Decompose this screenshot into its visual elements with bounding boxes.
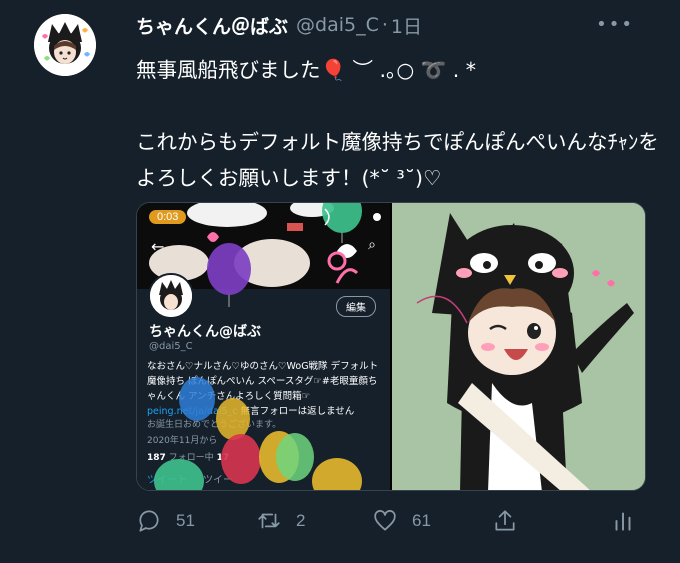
bio-tail: 無言フォローは返しません xyxy=(237,406,355,417)
following-label: フォロー中 xyxy=(168,453,214,463)
media-grid: 0:03 ← ⌕ 編集 ちゃんくん@ばぶ @dai5_C なおさん♡ナルさん♡ゆ… xyxy=(136,202,646,491)
media-illustration[interactable] xyxy=(392,203,645,490)
analytics-button[interactable] xyxy=(610,506,650,536)
retweet-count: 2 xyxy=(296,511,306,530)
followers-count: 17 xyxy=(216,453,230,463)
search-icon[interactable]: ⌕ xyxy=(368,237,376,253)
profile-avatar xyxy=(148,273,194,319)
bio-text: なおさん♡ナルさん♡ゆのさん♡WoG戦隊 デフォルト魔像持ち ぽんぽんぺいん ス… xyxy=(147,361,379,402)
tab-replies[interactable]: ツイー xyxy=(203,471,233,486)
edit-profile-button[interactable]: 編集 xyxy=(336,296,376,317)
heart-icon xyxy=(374,510,396,531)
following-count: 187 xyxy=(147,453,166,463)
avatar[interactable] xyxy=(34,14,96,76)
tweet-time[interactable]: 1日 xyxy=(391,12,422,39)
media-video[interactable]: 0:03 ← ⌕ 編集 ちゃんくん@ばぶ @dai5_C なおさん♡ナルさん♡ゆ… xyxy=(137,203,390,490)
analytics-icon xyxy=(615,512,631,531)
like-button[interactable]: 61 xyxy=(372,506,431,536)
retweet-icon xyxy=(258,513,280,529)
tweet-text: 無事風船飛びました🎈 ︶ .｡○ ➰ . * これからもデフォルト魔像持ちでぽん… xyxy=(136,58,659,190)
video-time-badge: 0:03 xyxy=(149,210,187,224)
retweet-button[interactable]: 2 xyxy=(256,506,305,536)
more-options-icon[interactable]: ••• xyxy=(596,14,634,35)
reply-button[interactable]: 51 xyxy=(136,506,195,536)
back-arrow-icon[interactable]: ← xyxy=(151,237,164,256)
birthday-note: お誕生日おめでとうございます。 xyxy=(147,420,282,430)
reply-icon xyxy=(139,510,159,532)
tweet-header: ちゃんくん＠ばぶ @dai5_C · 1日 xyxy=(136,10,422,40)
profile-handle: @dai5_C xyxy=(149,341,193,352)
share-button[interactable] xyxy=(492,506,532,536)
tab-tweets[interactable]: ツイート xyxy=(147,471,187,486)
bio-link[interactable]: peing.net/ja/dai5_c xyxy=(147,406,238,417)
reply-count: 51 xyxy=(176,511,195,530)
like-count: 61 xyxy=(412,511,431,530)
profile-name: ちゃんくん@ばぶ xyxy=(149,324,261,340)
joined-date: 2020年11月から xyxy=(147,436,218,446)
follow-stats: 187 フォロー中 17 xyxy=(147,450,229,463)
separator: · xyxy=(381,14,388,36)
share-icon xyxy=(495,510,515,531)
user-handle[interactable]: @dai5_C xyxy=(296,14,379,36)
profile-bio: なおさん♡ナルさん♡ゆのさん♡WoG戦隊 デフォルト魔像持ち ぽんぽんぺいん ス… xyxy=(147,359,383,419)
display-name[interactable]: ちゃんくん＠ばぶ xyxy=(136,12,288,39)
tweet-actions: 51 2 61 xyxy=(136,506,646,536)
